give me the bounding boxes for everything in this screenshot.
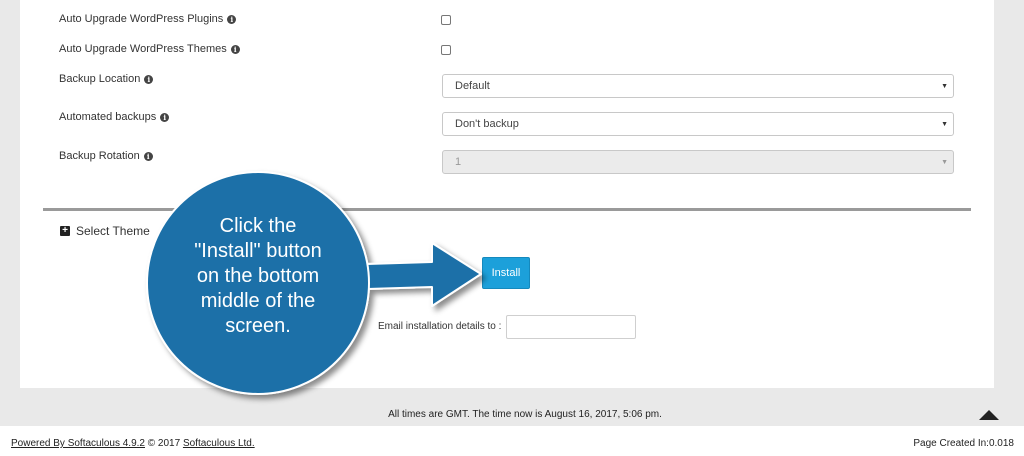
company-link[interactable]: Softaculous Ltd. (183, 438, 255, 449)
footer: Powered By Softaculous 4.9.2 © 2017 Soft… (0, 426, 1024, 456)
footer-credits: Powered By Softaculous 4.9.2 © 2017 Soft… (11, 438, 255, 449)
callout-arrow (146, 171, 482, 395)
powered-by-link[interactable]: Powered By Softaculous 4.9.2 (11, 438, 145, 449)
gmt-time-notice: All times are GMT. The time now is Augus… (388, 409, 662, 420)
page-created-time: Page Created In:0.018 (913, 438, 1014, 449)
scroll-to-top-icon[interactable] (979, 410, 999, 420)
callout-text: Click the "Install" button on the bottom… (194, 215, 322, 337)
